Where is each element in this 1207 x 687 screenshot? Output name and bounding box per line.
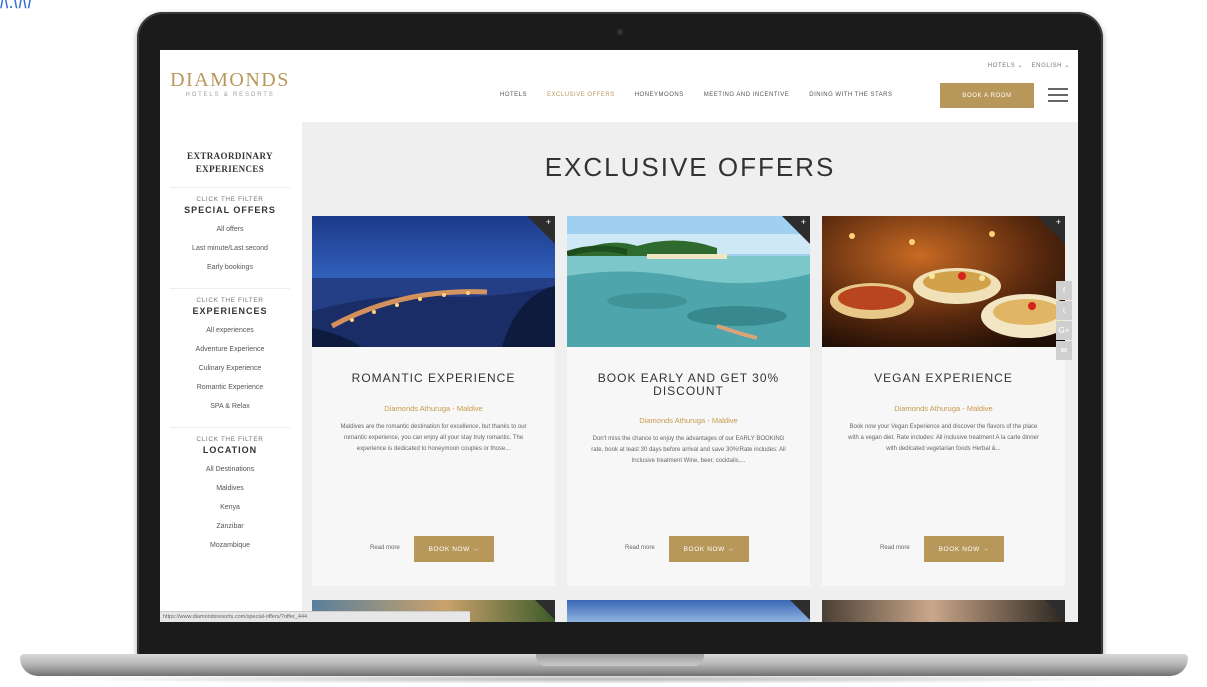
browser-status-url: https://www.diamondsresorts.com/special-… bbox=[160, 611, 470, 622]
email-icon[interactable]: ✉ bbox=[1056, 341, 1072, 360]
offer-location: Diamonds Athuruga - Maldive bbox=[384, 404, 483, 413]
corner-decoration: /\.\/\/ bbox=[0, 0, 33, 11]
book-now-button[interactable]: BOOK NOW → bbox=[924, 536, 1004, 562]
menu-icon[interactable] bbox=[1048, 88, 1068, 102]
offer-description: Don't miss the chance to enjoy the advan… bbox=[591, 436, 786, 464]
offer-image-vegan[interactable]: + bbox=[822, 216, 1065, 347]
hotels-dropdown[interactable]: HOTELS ⌄ bbox=[988, 63, 1024, 69]
book-now-button[interactable]: BOOK NOW → bbox=[669, 536, 749, 562]
offer-card: + VEGAN EXPERIENCE Diamonds Athuruga - M… bbox=[822, 216, 1065, 586]
filter-culinary[interactable]: Culinary Experience bbox=[160, 359, 300, 378]
card-corner bbox=[790, 600, 810, 620]
divider bbox=[170, 187, 290, 188]
filter-all-destinations[interactable]: All Destinations bbox=[160, 460, 300, 479]
language-dropdown[interactable]: ENGLISH ⌄ bbox=[1032, 63, 1070, 69]
top-utility-bar: HOTELS ⌄ ENGLISH ⌄ bbox=[982, 62, 1070, 69]
filter-spa-relax[interactable]: SPA & Relax bbox=[160, 397, 300, 416]
divider bbox=[170, 427, 290, 428]
read-more-link[interactable]: Read more bbox=[880, 545, 910, 551]
filter-all-experiences[interactable]: All experiences bbox=[160, 321, 300, 340]
filter-last-minute[interactable]: Last minute/Last second bbox=[160, 239, 300, 258]
nav-item-hotels[interactable]: HOTELS bbox=[500, 92, 527, 98]
filter-heading-experiences: EXPERIENCES bbox=[192, 306, 268, 316]
filter-zanzibar[interactable]: Zanzibar bbox=[160, 517, 300, 536]
offer-card: + BOOK EARLY AND GET 30% DISCOUNT Diamon… bbox=[567, 216, 810, 586]
social-bar: f t G+ ✉ bbox=[1056, 281, 1072, 361]
facebook-icon[interactable]: f bbox=[1056, 281, 1072, 300]
offers-main: EXCLUSIVE OFFERS + ROMANTIC EXPERIENCE D… bbox=[302, 122, 1078, 622]
offer-image-lagoon[interactable]: + bbox=[567, 216, 810, 347]
offer-card: + ROMANTIC EXPERIENCE Diamonds Athuruga … bbox=[312, 216, 555, 586]
nav-item-honeymoons[interactable]: HONEYMOONS bbox=[635, 92, 684, 98]
laptop-notch bbox=[536, 654, 704, 666]
nav-item-dining[interactable]: DINING WITH THE STARS bbox=[809, 92, 892, 98]
book-now-button[interactable]: BOOK NOW → bbox=[414, 536, 494, 562]
offer-description: Book now your Vegan Experience and disco… bbox=[848, 424, 1039, 452]
plus-icon[interactable]: + bbox=[546, 217, 551, 227]
laptop-camera bbox=[617, 29, 623, 35]
filter-heading-location: LOCATION bbox=[202, 445, 258, 455]
filter-romantic[interactable]: Romantic Experience bbox=[160, 378, 300, 397]
offer-location: Diamonds Athuruga - Maldive bbox=[894, 404, 993, 413]
filter-sidebar: EXTRAORDINARY EXPERIENCES CLICK THE FILT… bbox=[160, 122, 300, 622]
filter-maldives[interactable]: Maldives bbox=[160, 479, 300, 498]
filter-early-bookings[interactable]: Early bookings bbox=[160, 258, 300, 277]
nav-item-exclusive-offers[interactable]: EXCLUSIVE OFFERS bbox=[547, 92, 615, 98]
logo-name: DIAMONDS bbox=[170, 69, 290, 91]
offer-image-night-dinner[interactable]: + bbox=[312, 216, 555, 347]
plus-icon[interactable]: + bbox=[1056, 217, 1061, 227]
plus-icon[interactable]: + bbox=[801, 217, 806, 227]
offer-description: Maldives are the romantic destination fo… bbox=[340, 424, 527, 452]
sidebar-title: EXTRAORDINARY EXPERIENCES bbox=[187, 151, 273, 174]
filter-all-offers[interactable]: All offers bbox=[160, 220, 300, 239]
offer-location: Diamonds Athuruga - Maldive bbox=[639, 416, 738, 425]
twitter-icon[interactable]: t bbox=[1056, 301, 1072, 320]
page-title: EXCLUSIVE OFFERS bbox=[544, 152, 836, 182]
read-more-link[interactable]: Read more bbox=[370, 545, 400, 551]
offer-title: ROMANTIC EXPERIENCE bbox=[351, 371, 516, 385]
offer-card-partial[interactable] bbox=[567, 600, 810, 622]
card-corner bbox=[535, 600, 555, 620]
offer-title: BOOK EARLY AND GET 30% DISCOUNT bbox=[597, 371, 780, 398]
logo-tagline: HOTELS & RESORTS bbox=[185, 92, 275, 98]
filter-kenya[interactable]: Kenya bbox=[160, 498, 300, 517]
filter-adventure[interactable]: Adventure Experience bbox=[160, 340, 300, 359]
filter-hint: CLICK THE FILTER bbox=[196, 297, 264, 304]
read-more-link[interactable]: Read more bbox=[625, 545, 655, 551]
filter-hint: CLICK THE FILTER bbox=[196, 436, 264, 443]
site-header: DIAMONDS HOTELS & RESORTS HOTELS ⌄ ENGLI… bbox=[160, 50, 1078, 122]
filter-mozambique[interactable]: Mozambique bbox=[160, 536, 300, 555]
filter-hint: CLICK THE FILTER bbox=[196, 196, 264, 203]
nav-item-meeting[interactable]: MEETING AND INCENTIVE bbox=[704, 92, 790, 98]
offer-title: VEGAN EXPERIENCE bbox=[874, 371, 1013, 385]
browser-screen: DIAMONDS HOTELS & RESORTS HOTELS ⌄ ENGLI… bbox=[160, 50, 1078, 622]
card-corner bbox=[1045, 600, 1065, 620]
main-nav: HOTELS EXCLUSIVE OFFERS HONEYMOONS MEETI… bbox=[500, 92, 913, 98]
offer-card-partial[interactable] bbox=[822, 600, 1065, 622]
brand-logo[interactable]: DIAMONDS HOTELS & RESORTS bbox=[168, 70, 292, 98]
google-plus-icon[interactable]: G+ bbox=[1056, 321, 1072, 340]
divider bbox=[170, 288, 290, 289]
filter-heading-special-offers: SPECIAL OFFERS bbox=[184, 205, 276, 215]
book-a-room-button[interactable]: BOOK A ROOM bbox=[940, 83, 1034, 108]
